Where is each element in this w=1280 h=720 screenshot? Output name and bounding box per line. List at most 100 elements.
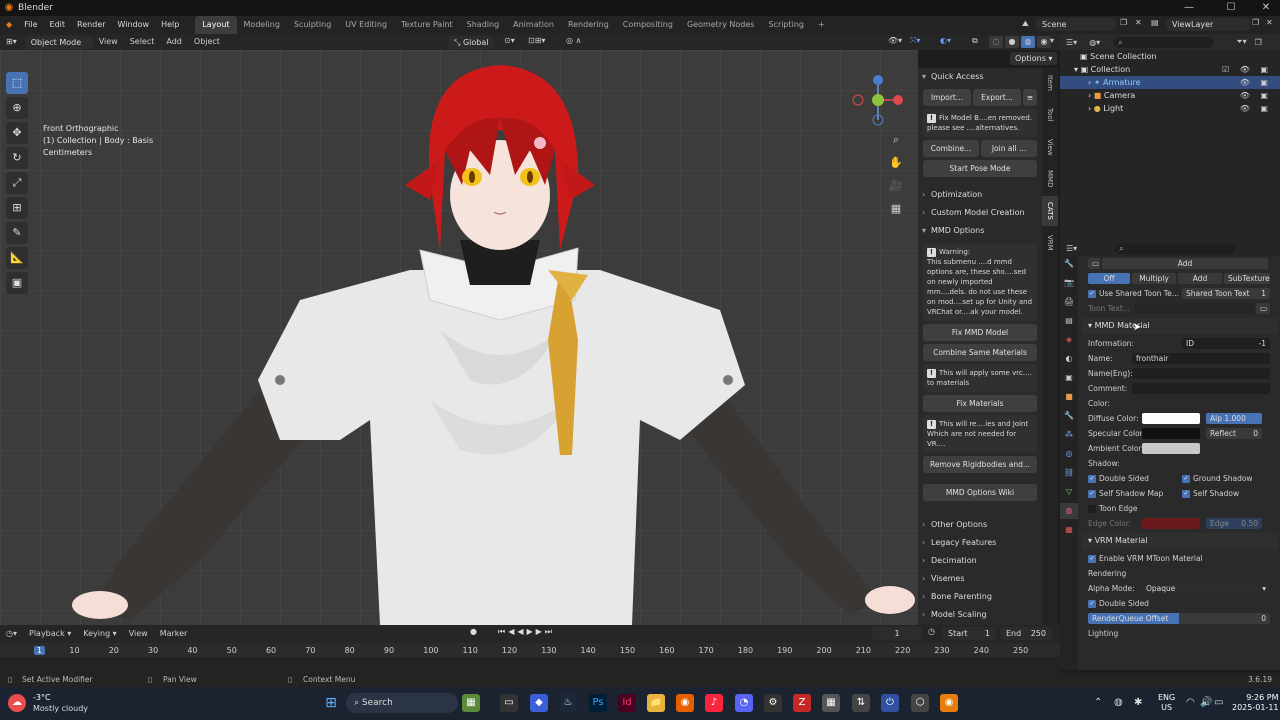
mmd-material-header[interactable]: ▾ MMD Material — [1082, 318, 1278, 334]
menu-file[interactable]: File — [18, 16, 43, 34]
editor-type-icon[interactable]: ◆ — [0, 16, 18, 34]
music-icon[interactable]: ♪ — [705, 694, 723, 712]
view-layer-selector[interactable]: ViewLayer — [1166, 18, 1250, 31]
timeline-view-menu[interactable]: View — [123, 626, 154, 642]
move-tool-icon[interactable]: ✥ — [6, 122, 28, 144]
combine-same-materials-button[interactable]: Combine Same Materials — [923, 344, 1037, 361]
view-layer-tab-icon[interactable]: ▤ — [1060, 313, 1078, 329]
data-tab-icon[interactable]: ▽ — [1060, 484, 1078, 500]
comment-field[interactable] — [1132, 383, 1270, 394]
world-tab-icon[interactable]: ◐ — [1060, 351, 1078, 367]
blend-add-option[interactable]: Add — [1178, 273, 1222, 284]
fix-mmd-model-button[interactable]: Fix MMD Model — [923, 324, 1037, 341]
timeline-type-icon[interactable]: ◷▾ — [0, 626, 23, 642]
scene-tab-icon[interactable]: ◈ — [1060, 332, 1078, 348]
visibility-icon[interactable]: 👁▾ — [888, 36, 902, 45]
menu-select[interactable]: Select — [124, 34, 161, 50]
use-shared-toon-checkbox[interactable]: ✓ Use Shared Toon Te... — [1088, 286, 1179, 301]
double-sided-2-checkbox[interactable]: ✓ Double Sided — [1088, 596, 1149, 611]
copilot-icon[interactable]: ◆ — [530, 694, 548, 712]
language-indicator[interactable]: ENG US — [1158, 693, 1175, 713]
tab-tool[interactable]: Tool — [1042, 100, 1058, 130]
import-button[interactable]: Import... — [923, 89, 971, 106]
toon-folder-icon[interactable]: ▭ — [1256, 303, 1270, 314]
tray-chevron-icon[interactable]: ⌃ — [1094, 697, 1102, 708]
app-icon[interactable]: ⇅ — [852, 694, 870, 712]
output-tab-icon[interactable]: 🖨 — [1060, 294, 1078, 310]
visibility-toggles[interactable]: ☑ 👁 ▣ — [1222, 63, 1272, 76]
add-cube-tool-icon[interactable]: ▣ — [6, 272, 28, 294]
solid-shading-icon[interactable]: ● — [1005, 36, 1019, 48]
options-button[interactable]: Options ▾ — [1010, 52, 1058, 65]
proportional-edit-icon[interactable]: ◎ ∧ — [566, 36, 581, 45]
mmd-options-header[interactable]: ▾ MMD Options — [918, 222, 1042, 240]
optimization-header[interactable]: › Optimization — [918, 186, 1042, 204]
windows-start-icon[interactable]: ⊞ — [322, 694, 340, 712]
ortho-grid-icon[interactable]: ▦ — [886, 199, 906, 219]
playback-menu[interactable]: Playback ▾ — [23, 626, 77, 642]
minimize-button[interactable]: — — [1175, 0, 1203, 16]
blender-taskbar-icon[interactable]: ◉ — [940, 694, 958, 712]
visibility-toggles[interactable]: 👁 ▣ — [1240, 102, 1272, 115]
delete-scene-icon[interactable]: ✕ — [1135, 18, 1142, 27]
name-field[interactable]: fronthair — [1132, 353, 1270, 364]
shared-toon-field[interactable]: Shared Toon Text 1 — [1182, 288, 1270, 299]
camera-view-icon[interactable]: 🎥 — [886, 176, 906, 196]
blend-off-option[interactable]: Off — [1088, 273, 1130, 284]
scale-tool-icon[interactable]: ⤢ — [6, 172, 28, 194]
transform-tool-icon[interactable]: ⊞ — [6, 197, 28, 219]
particles-tab-icon[interactable]: ⁂ — [1060, 427, 1078, 443]
join-all-button[interactable]: Join all ... — [981, 140, 1037, 157]
filter-icon[interactable]: ⏷▾ — [1236, 37, 1246, 47]
start-frame-field[interactable]: Start 1 — [942, 627, 996, 640]
id-field[interactable]: ID -1 — [1182, 338, 1270, 349]
quick-access-header[interactable]: ▾ Quick Access — [918, 68, 1042, 86]
toon-edge-checkbox[interactable]: Toon Edge — [1088, 501, 1138, 516]
pan-hand-icon[interactable]: ✋ — [886, 153, 906, 173]
discord-icon[interactable]: ◔ — [735, 694, 753, 712]
tab-uv-editing[interactable]: UV Editing — [338, 16, 394, 34]
file-explorer-icon[interactable]: 📁 — [647, 694, 665, 712]
tab-item[interactable]: Item — [1042, 68, 1058, 98]
select-tool-icon[interactable]: ⬚ — [6, 72, 28, 94]
marker-menu[interactable]: Marker — [154, 626, 194, 642]
bone-parenting-header[interactable]: › Bone Parenting — [918, 588, 1042, 606]
filezilla-icon[interactable]: Z — [793, 694, 811, 712]
tab-view[interactable]: View — [1042, 132, 1058, 162]
app-hex-icon[interactable]: ⬡ — [911, 694, 929, 712]
display-mode-icon[interactable]: ◍▾ — [1089, 38, 1100, 47]
new-collection-icon[interactable]: ❐ — [1255, 38, 1262, 47]
editor-type-icon[interactable]: ⊞▾ — [0, 34, 23, 50]
properties-search-field[interactable]: ⌕ — [1115, 242, 1236, 254]
rotate-tool-icon[interactable]: ↻ — [6, 147, 28, 169]
enable-vrm-checkbox[interactable]: ✓ Enable VRM MToon Material — [1088, 551, 1203, 566]
legacy-features-header[interactable]: › Legacy Features — [918, 534, 1042, 552]
outliner-item-camera[interactable]: › ■ Camera 👁 ▣ — [1060, 89, 1280, 102]
scene-selector[interactable]: Scene — [1036, 18, 1116, 31]
gizmo-toggle-icon[interactable]: ⤧▾ — [910, 36, 920, 46]
3d-viewport[interactable]: Front Orthographic (1) Collection | Body… — [0, 50, 918, 625]
wifi-icon[interactable]: ◠ — [1186, 697, 1195, 708]
current-frame-field[interactable]: 1 — [872, 627, 922, 640]
shading-options-icon[interactable]: ▾ — [1050, 36, 1054, 45]
app-grid-icon[interactable]: ▦ — [822, 694, 840, 712]
menu-view[interactable]: View — [93, 34, 124, 50]
record-icon[interactable]: ● — [470, 627, 477, 636]
navigation-gizmo[interactable] — [848, 70, 908, 130]
tool-tab-icon[interactable]: 🔧 — [1060, 256, 1078, 272]
measure-tool-icon[interactable]: 📐 — [6, 247, 28, 269]
pivot-icon[interactable]: ⊙▾ — [504, 36, 515, 45]
overlay-toggle-icon[interactable]: ◐▾ — [940, 36, 951, 45]
outliner-type-icon[interactable]: ☰▾ — [1066, 38, 1077, 47]
clock[interactable]: 9:26 PM 2025-01-11 — [1232, 693, 1279, 713]
other-options-header[interactable]: › Other Options — [918, 516, 1042, 534]
xray-icon[interactable]: ⧉ — [972, 36, 978, 46]
new-view-layer-icon[interactable]: ❐ — [1252, 18, 1259, 27]
tab-geometry-nodes[interactable]: Geometry Nodes — [680, 16, 761, 34]
mmd-options-wiki-button[interactable]: MMD Options Wiki — [923, 484, 1037, 501]
scene-collection-row[interactable]: ▣ Scene Collection — [1060, 50, 1280, 63]
playback-controls[interactable]: ⏮◀◀▶▶⏭ — [498, 627, 555, 637]
material-tab-icon[interactable]: ◍ — [1060, 503, 1078, 519]
mode-selector[interactable]: Object Mode — [24, 35, 93, 49]
outliner-item-armature[interactable]: › ✦ Armature 👁 ▣ — [1060, 76, 1280, 89]
